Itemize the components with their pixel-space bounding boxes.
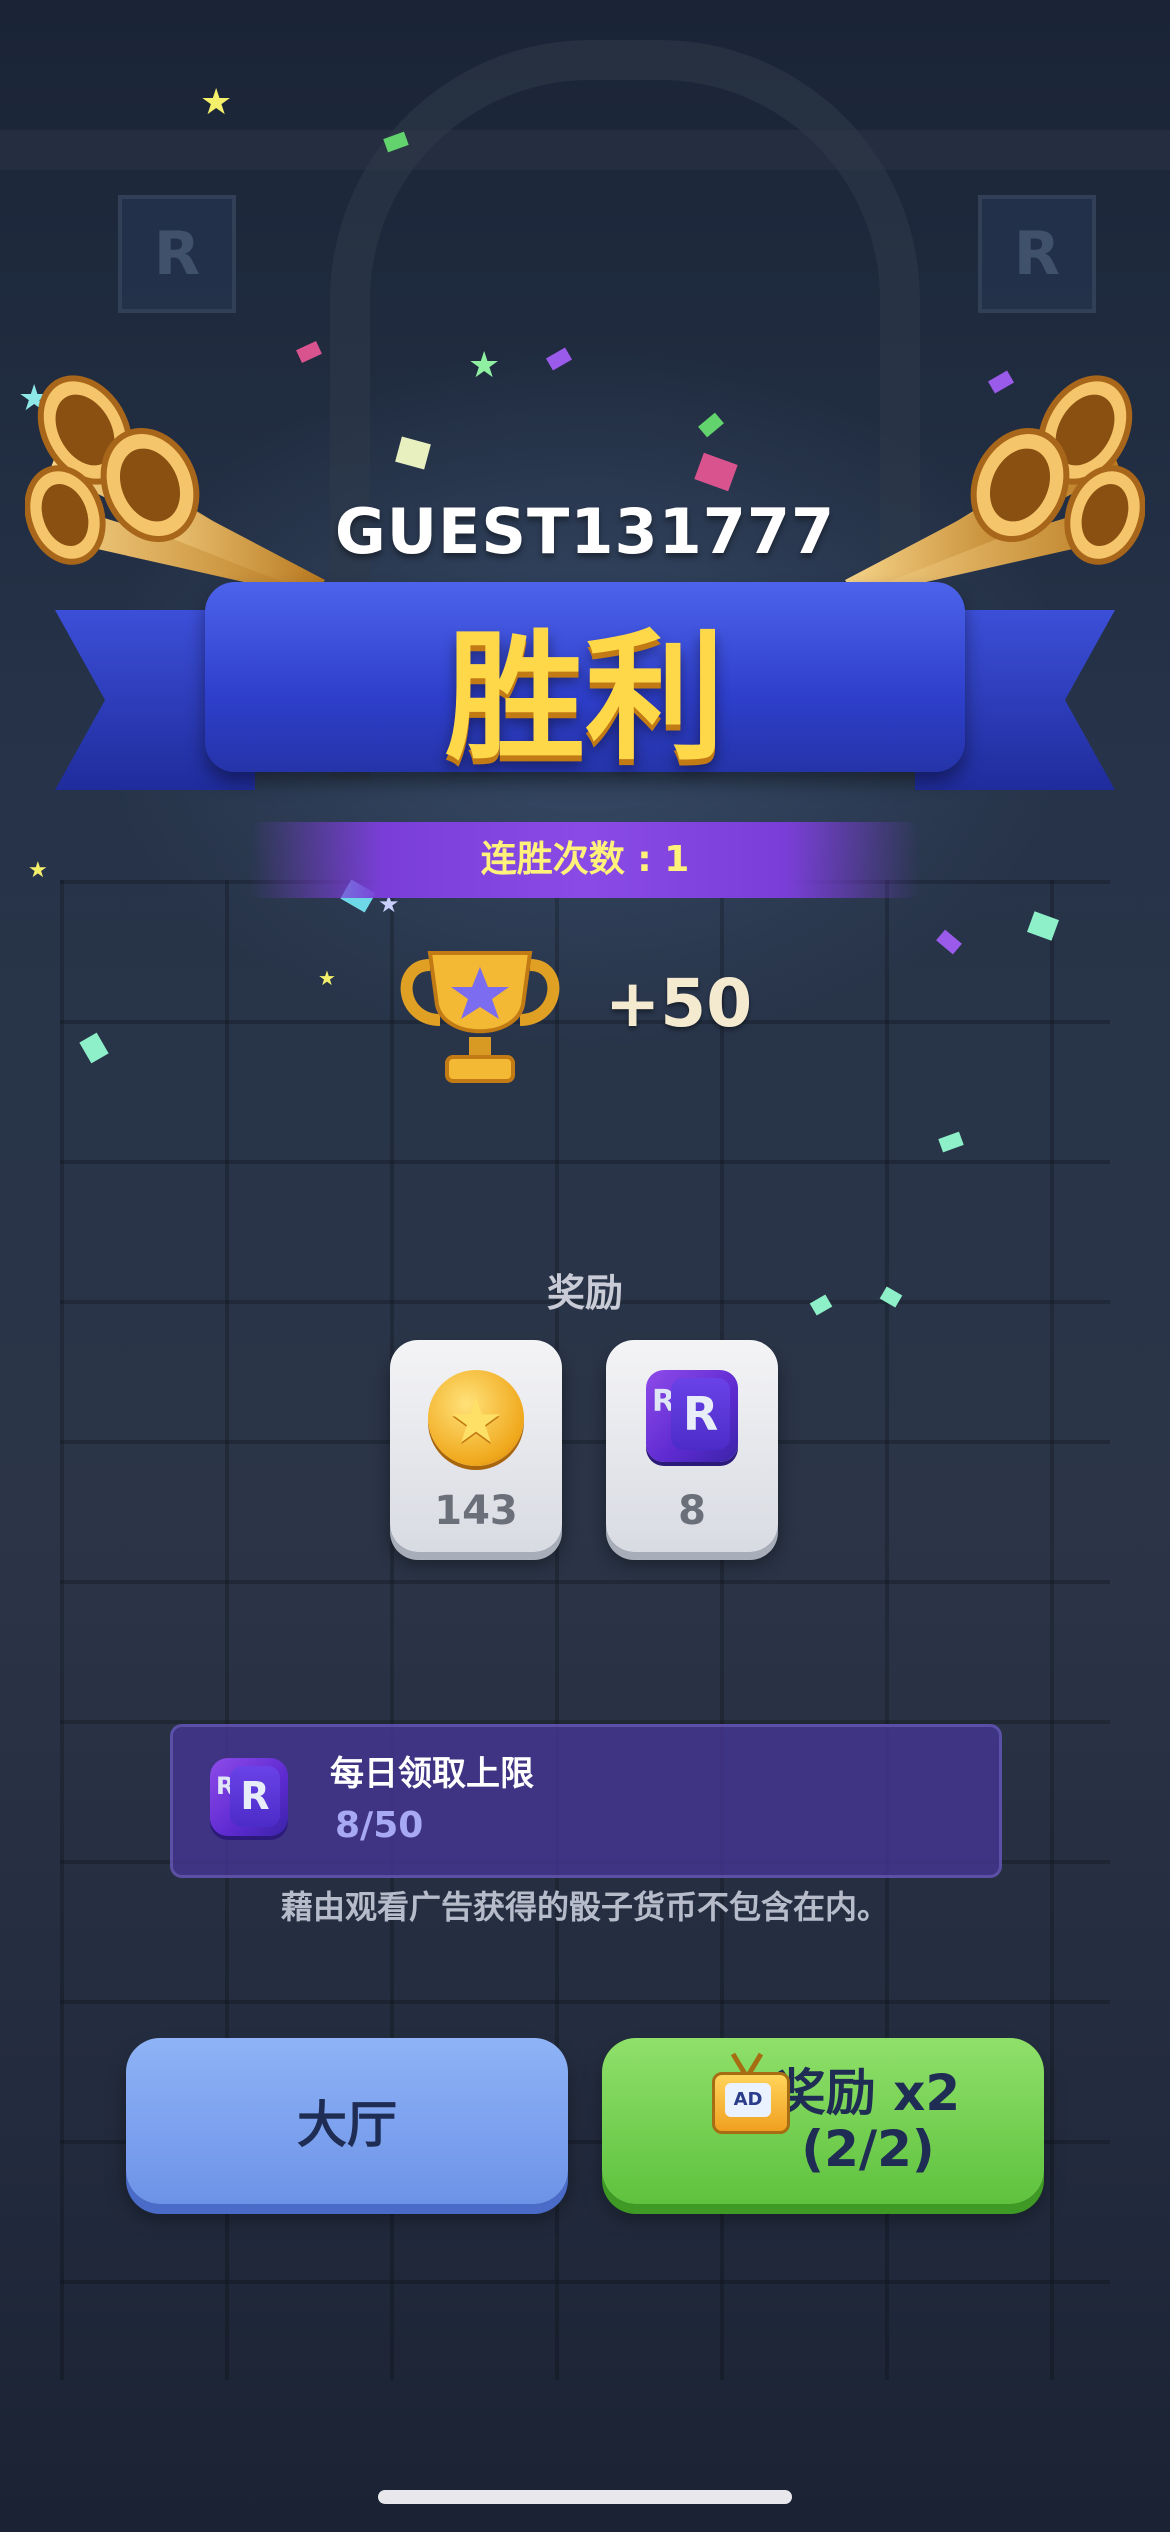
- trophy-icon: [400, 951, 560, 1083]
- ad-exclusion-note: 藉由观看广告获得的骰子货币不包含在内。: [280, 1888, 889, 1926]
- daily-limit-value: 8/50: [335, 1805, 424, 1846]
- double-reward-label: 奖励 x2: [775, 2064, 961, 2122]
- reward-card-dice: R R 8: [606, 1340, 778, 1552]
- wall-banner-right: R: [978, 195, 1096, 313]
- victory-title: 胜利: [444, 617, 725, 780]
- sparkle-star-icon: ★: [318, 966, 336, 990]
- double-reward-ad-button[interactable]: 奖励 x2 (2/2): [602, 2038, 1044, 2204]
- trophy-points: +50: [605, 965, 753, 1042]
- reward-card-coin: ★ 143: [390, 1340, 562, 1552]
- sparkle-star-icon: ★: [200, 82, 233, 123]
- lobby-button-label: 大厅: [297, 2096, 397, 2154]
- ad-tv-icon: AD: [712, 2072, 790, 2134]
- coin-icon: ★: [428, 1370, 524, 1466]
- lobby-button[interactable]: 大厅: [126, 2038, 568, 2204]
- win-streak-bar: 连胜次数 : 1: [250, 822, 920, 898]
- rewards-title: 奖励: [546, 1271, 623, 1315]
- daily-limit-panel: [170, 1724, 1002, 1878]
- dice-icon: R R: [646, 1370, 738, 1462]
- dice-icon: R R: [210, 1758, 288, 1836]
- reward-value: 8: [678, 1488, 706, 1534]
- player-name: GUEST131777: [334, 495, 836, 568]
- sparkle-star-icon: ★: [468, 345, 501, 386]
- reward-value: 143: [434, 1488, 518, 1534]
- daily-limit-title: 每日领取上限: [330, 1754, 534, 1794]
- sparkle-star-icon: ★: [28, 858, 48, 883]
- home-indicator[interactable]: [378, 2490, 792, 2504]
- wall-banner-left: R: [118, 195, 236, 313]
- double-reward-count: (2/2): [801, 2120, 935, 2178]
